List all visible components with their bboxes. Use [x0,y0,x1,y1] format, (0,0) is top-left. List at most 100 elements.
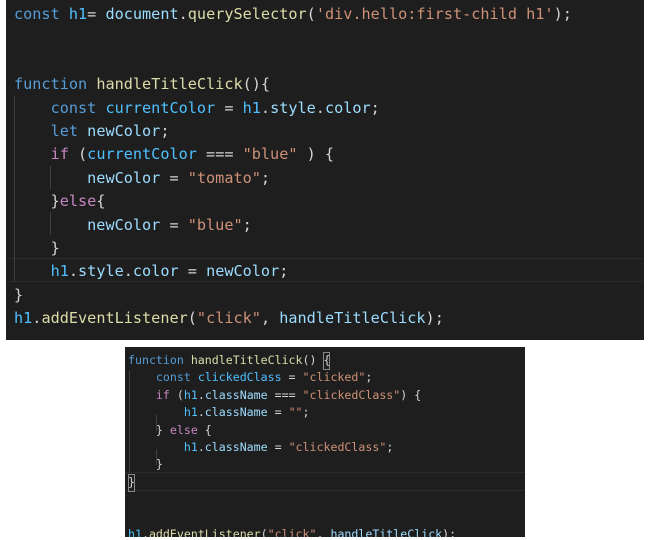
code-token: . [123,262,133,281]
code-token: "click" [196,309,261,328]
code-token: . [260,98,271,117]
code-token: color [324,98,371,117]
code-token: h1 [242,98,261,117]
code-token: ( [68,145,88,164]
code-token: () [302,353,324,367]
code-token: h1 [50,262,69,281]
code-editor-bottom[interactable]: function handleTitleClick() { const clic… [125,347,525,537]
code-token: { [96,192,106,211]
code-token: . [197,440,205,454]
code-token: newColor [87,215,161,234]
code-line[interactable] [6,50,644,73]
code-line[interactable]: h1.addEventListener("click", handleTitle… [125,526,525,537]
code-token: "tomato" [187,168,261,187]
code-token: ; [260,168,271,187]
code-token: = [281,370,303,385]
code-token: ; [302,405,310,420]
code-token: style [78,262,124,281]
code-line[interactable]: h1.className = "clickedClass"; [125,439,525,457]
code-token: const [14,5,60,23]
code-token: ) { [297,145,335,164]
code-line[interactable]: }else{ [6,190,644,213]
code-token: handleTitleClick [96,75,243,94]
code-line[interactable]: } [125,473,525,492]
code-token: = [87,5,106,23]
code-token: "clickedClass" [302,387,401,402]
code-line[interactable] [6,26,644,49]
code-line[interactable]: } [6,237,644,260]
code-token: } [14,192,60,211]
code-token: ( [306,5,316,23]
code-token: === [196,145,243,164]
code-token: h1 [183,440,198,454]
code-token: h1 [68,5,88,23]
code-token: style [270,98,316,117]
code-token: 'div.hello:first-child h1' [315,5,554,23]
code-token: === [267,387,303,402]
code-token: ( [187,309,197,328]
code-token: "blue" [242,145,298,164]
code-token: ; [370,98,380,117]
code-editor-top[interactable]: const h1= document.querySelector('div.he… [6,0,644,340]
code-token: document [105,5,179,23]
code-line[interactable]: newColor = "tomato"; [6,167,644,190]
code-line[interactable]: let newColor; [6,120,644,143]
code-token: { [197,422,212,437]
code-token: "" [288,405,303,420]
code-token: className [204,440,268,454]
code-line[interactable]: function handleTitleClick(){ [6,73,644,96]
code-line[interactable]: if (currentColor === "blue" ) { [6,143,644,166]
code-token: ); [442,527,457,537]
code-line[interactable]: if (h1.className === "clickedClass") { [125,387,525,405]
code-line[interactable]: const currentColor = h1.style.color; [6,97,644,120]
code-token: else [169,422,198,437]
code-token: newColor [206,262,280,281]
code-token: addEventListener [148,527,261,537]
code-token: h1 [128,527,142,537]
code-token: newColor [87,122,161,140]
code-token: = [160,168,188,187]
code-line[interactable]: } else { [125,422,525,440]
code-token: = [215,98,243,117]
code-token: const [50,98,97,117]
code-token: h1 [14,309,33,328]
code-token: } [14,239,60,257]
code-token: } [128,457,163,472]
code-line[interactable] [125,491,525,509]
code-line[interactable]: newColor = "blue"; [6,214,644,237]
code-token: "click" [267,527,317,537]
code-token: . [178,5,188,23]
code-line[interactable]: function handleTitleClick() { [125,352,525,370]
code-line[interactable]: h1.className = ""; [125,404,525,422]
code-token: , [260,309,280,328]
code-token: ; [242,215,252,234]
code-line[interactable]: } [6,284,644,307]
code-line[interactable]: h1.addEventListener("click", handleTitle… [6,307,644,330]
code-line[interactable] [125,509,525,527]
code-line[interactable]: const h1= document.querySelector('div.he… [6,3,644,26]
code-token: (){ [242,75,271,94]
code-token: } [128,473,135,492]
code-token: className [204,405,268,420]
code-token: ) { [400,387,422,402]
code-token: clickedClass [197,370,282,385]
code-token: . [197,405,205,420]
code-line[interactable]: } [125,456,525,474]
code-token: { [323,352,331,370]
code-token: = [267,440,289,454]
code-line[interactable]: h1.style.color = newColor; [6,260,644,283]
code-token: , [316,527,331,537]
code-line[interactable]: const clickedClass = "clicked"; [125,369,525,387]
